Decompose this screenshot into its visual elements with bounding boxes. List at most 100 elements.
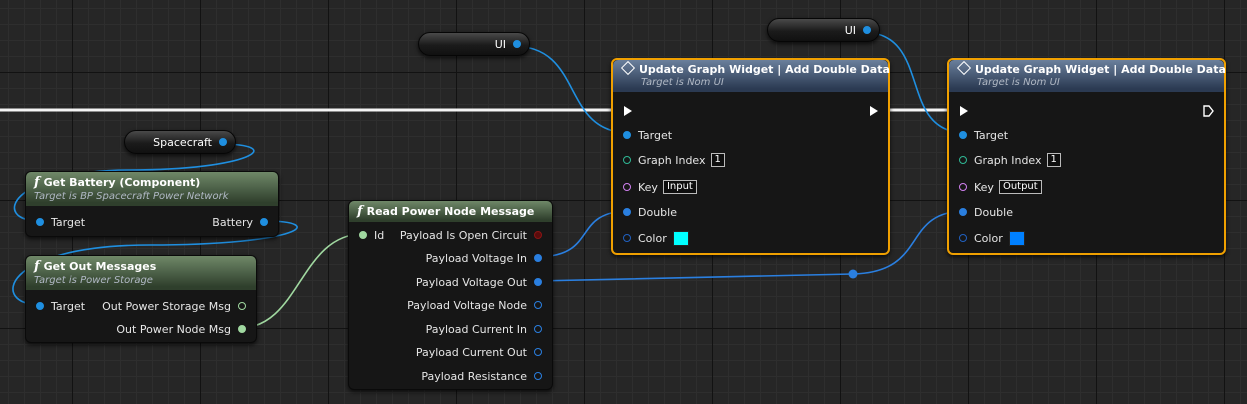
- ui-variable-node[interactable]: UI: [418, 32, 530, 56]
- battery-label: Battery: [212, 215, 253, 229]
- update-graph-widget-node[interactable]: Update Graph Widget | Add Double Data Ta…: [947, 58, 1226, 255]
- ui-output-pin[interactable]: [513, 40, 521, 48]
- graph-index-pin-row[interactable]: Graph Index 1: [959, 153, 1061, 167]
- double-output-pin[interactable]: [534, 348, 542, 356]
- out-power-node-pin[interactable]: [238, 325, 246, 333]
- key-pin-row[interactable]: Key Input: [623, 180, 697, 194]
- battery-pin[interactable]: [260, 218, 268, 226]
- target-pin-row[interactable]: Target: [36, 215, 85, 229]
- double-output-pin[interactable]: [534, 254, 542, 262]
- exec-out-pin[interactable]: [1203, 105, 1214, 120]
- output-label: Payload Is Open Circuit: [399, 228, 527, 242]
- graph-index-pin-row[interactable]: Graph Index 1: [623, 153, 725, 167]
- function-icon: f: [34, 175, 40, 190]
- target-pin-row[interactable]: Target: [623, 128, 672, 142]
- double-output-pin[interactable]: [534, 325, 542, 333]
- key-pin-row[interactable]: Key Output: [959, 180, 1042, 194]
- graph-index-label: Graph Index: [974, 153, 1042, 167]
- node-header[interactable]: f Read Power Node Message: [349, 201, 552, 222]
- bool-output-pin[interactable]: [534, 231, 542, 239]
- id-pin[interactable]: [359, 231, 367, 239]
- function-icon: f: [34, 259, 40, 274]
- double-pin-row[interactable]: Double: [623, 205, 677, 219]
- target-pin[interactable]: [623, 131, 631, 139]
- read-power-node-message-node[interactable]: f Read Power Node Message Id Payload Is O…: [348, 200, 553, 390]
- key-input[interactable]: Input: [662, 180, 697, 194]
- double-output-pin[interactable]: [534, 278, 542, 286]
- ui-variable-label: UI: [494, 37, 506, 51]
- node-subtitle: Target is Power Storage: [34, 275, 153, 286]
- node-msg-to-id-wire: [239, 233, 364, 329]
- out-power-storage-pin-row[interactable]: Out Power Storage Msg: [102, 299, 246, 313]
- target-label: Target: [51, 299, 86, 313]
- output-pin-row[interactable]: Payload Current Out: [416, 345, 542, 359]
- double-pin-row[interactable]: Double: [959, 205, 1013, 219]
- node-header[interactable]: Update Graph Widget | Add Double Data Ta…: [613, 60, 890, 92]
- output-pin-row[interactable]: Payload Voltage Node: [407, 298, 542, 312]
- spacecraft-output-pin[interactable]: [219, 138, 227, 146]
- node-title: Get Out Messages: [43, 260, 157, 273]
- exec-arrow-hollow-icon: [1203, 105, 1214, 117]
- node-subtitle: Target is BP Spacecraft Power Network: [34, 191, 229, 202]
- exec-in-pin[interactable]: [960, 106, 968, 119]
- spacecraft-variable-node[interactable]: Spacecraft: [124, 130, 236, 154]
- reroute-knot[interactable]: [848, 269, 858, 279]
- color-pin-row[interactable]: Color: [623, 230, 689, 246]
- target-pin[interactable]: [36, 302, 44, 310]
- color-label: Color: [974, 231, 1003, 245]
- node-title-row: Update Graph Widget | Add Double Data: [620, 60, 890, 76]
- key-pin[interactable]: [623, 183, 631, 191]
- out-power-storage-pin[interactable]: [238, 302, 246, 310]
- output-pin-row[interactable]: Payload Voltage Out: [416, 275, 542, 289]
- color-swatch[interactable]: [672, 230, 689, 246]
- target-pin-row[interactable]: Target: [959, 128, 1008, 142]
- target-label: Target: [638, 128, 673, 142]
- node-header[interactable]: Update Graph Widget | Add Double Data Ta…: [949, 60, 1226, 92]
- output-pin-row[interactable]: Payload Resistance: [421, 369, 542, 383]
- id-pin-row[interactable]: Id: [359, 228, 384, 242]
- graph-index-pin[interactable]: [623, 156, 631, 164]
- id-label: Id: [374, 228, 385, 242]
- node-title-row: f Get Battery (Component): [34, 175, 270, 190]
- double-pin[interactable]: [959, 208, 967, 216]
- node-header[interactable]: f Get Battery (Component) Target is BP Sp…: [26, 172, 278, 206]
- color-pin-row[interactable]: Color: [959, 230, 1025, 246]
- graph-index-input[interactable]: 1: [710, 153, 725, 167]
- color-pin[interactable]: [959, 234, 967, 242]
- key-pin[interactable]: [959, 183, 967, 191]
- output-label: Payload Resistance: [421, 369, 527, 383]
- get-battery-node[interactable]: f Get Battery (Component) Target is BP Sp…: [25, 171, 279, 237]
- graph-index-label: Graph Index: [638, 153, 706, 167]
- ui-variable-label: UI: [844, 23, 856, 37]
- color-pin[interactable]: [623, 234, 631, 242]
- node-title-row: Update Graph Widget | Add Double Data: [956, 60, 1226, 76]
- color-swatch[interactable]: [1008, 230, 1025, 246]
- ui-output-pin[interactable]: [863, 26, 871, 34]
- out-power-node-pin-row[interactable]: Out Power Node Msg: [116, 322, 246, 336]
- double-pin[interactable]: [623, 208, 631, 216]
- output-pin-row[interactable]: Payload Is Open Circuit: [400, 228, 542, 242]
- spacecraft-variable-label: Spacecraft: [153, 135, 212, 149]
- exec-in-pin[interactable]: [624, 106, 632, 119]
- double-output-pin[interactable]: [534, 301, 542, 309]
- graph-index-input[interactable]: 1: [1046, 153, 1061, 167]
- ui-variable-node[interactable]: UI: [767, 18, 880, 42]
- output-pin-row[interactable]: Payload Voltage In: [426, 251, 542, 265]
- key-input[interactable]: Output: [998, 180, 1042, 194]
- target-pin-row[interactable]: Target: [36, 299, 85, 313]
- get-out-messages-node[interactable]: f Get Out Messages Target is Power Storag…: [25, 255, 257, 343]
- node-header[interactable]: f Get Out Messages Target is Power Storag…: [26, 256, 256, 290]
- target-pin[interactable]: [36, 218, 44, 226]
- exec-out-pin[interactable]: [870, 106, 878, 119]
- graph-index-pin[interactable]: [959, 156, 967, 164]
- double-label: Double: [974, 205, 1013, 219]
- output-pin-row[interactable]: Payload Current In: [426, 322, 542, 336]
- battery-pin-row[interactable]: Battery: [212, 215, 268, 229]
- node-title: Read Power Node Message: [366, 205, 535, 218]
- target-pin[interactable]: [959, 131, 967, 139]
- update-graph-widget-node[interactable]: Update Graph Widget | Add Double Data Ta…: [611, 58, 890, 255]
- output-label: Payload Voltage Out: [415, 275, 527, 289]
- node-title: Update Graph Widget | Add Double Data: [975, 63, 1226, 76]
- target-label: Target: [51, 215, 86, 229]
- double-output-pin[interactable]: [534, 372, 542, 380]
